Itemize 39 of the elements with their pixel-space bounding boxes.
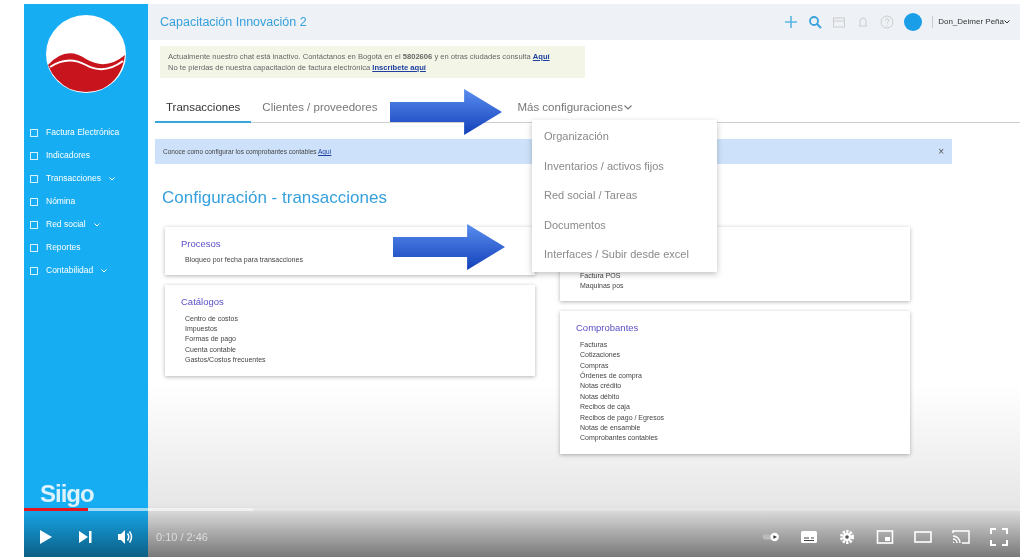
- caret-icon: [1004, 20, 1010, 24]
- crosshair-icon: [784, 15, 799, 29]
- volume-icon[interactable]: [116, 528, 134, 546]
- miniplayer-icon[interactable]: [876, 528, 894, 546]
- square-icon: [30, 266, 38, 275]
- help-icon: [880, 15, 895, 29]
- card-title[interactable]: Catálogos: [181, 295, 224, 310]
- subtitles-icon[interactable]: [800, 528, 818, 546]
- tab[interactable]: Clientes / proveedores: [251, 96, 389, 124]
- calendar-icon: [832, 15, 847, 29]
- menu-item[interactable]: Red social / Tareas: [532, 181, 717, 211]
- logo-icon: [46, 15, 126, 93]
- section-heading: Configuración - transacciones: [162, 188, 387, 209]
- skip-next-icon[interactable]: [76, 528, 94, 546]
- cast-icon[interactable]: [952, 528, 970, 546]
- square-icon: [30, 197, 38, 206]
- search-icon: [808, 15, 823, 29]
- card-title[interactable]: Comprobantes: [576, 321, 639, 336]
- square-icon: [30, 243, 38, 252]
- page-title: Capacitación Innovación 2: [160, 13, 307, 31]
- card-title[interactable]: Procesos: [181, 236, 221, 251]
- theater-icon[interactable]: [914, 528, 932, 546]
- square-icon: [30, 128, 38, 137]
- menu-item[interactable]: Inventarios / activos fijos: [532, 151, 717, 182]
- settings-icon[interactable]: [838, 528, 856, 546]
- close-button[interactable]: ×: [938, 146, 944, 157]
- user-menu[interactable]: Don_Deimer Peña: [932, 16, 1004, 28]
- video-time: 0:10 / 2:46: [156, 529, 208, 545]
- menu-item[interactable]: Documentos: [532, 210, 717, 241]
- tab[interactable]: Transacciones: [155, 96, 252, 124]
- menu-item[interactable]: Organización: [532, 122, 717, 152]
- menu-item[interactable]: Interfaces / Subir desde excel: [532, 240, 717, 270]
- square-icon: [30, 174, 38, 183]
- brand-text: Siigo: [40, 482, 94, 506]
- square-icon: [30, 220, 38, 229]
- avatar-circle[interactable]: [904, 13, 923, 31]
- square-icon: [30, 151, 38, 160]
- fullscreen-icon[interactable]: [990, 528, 1008, 546]
- caret-icon: [623, 105, 632, 111]
